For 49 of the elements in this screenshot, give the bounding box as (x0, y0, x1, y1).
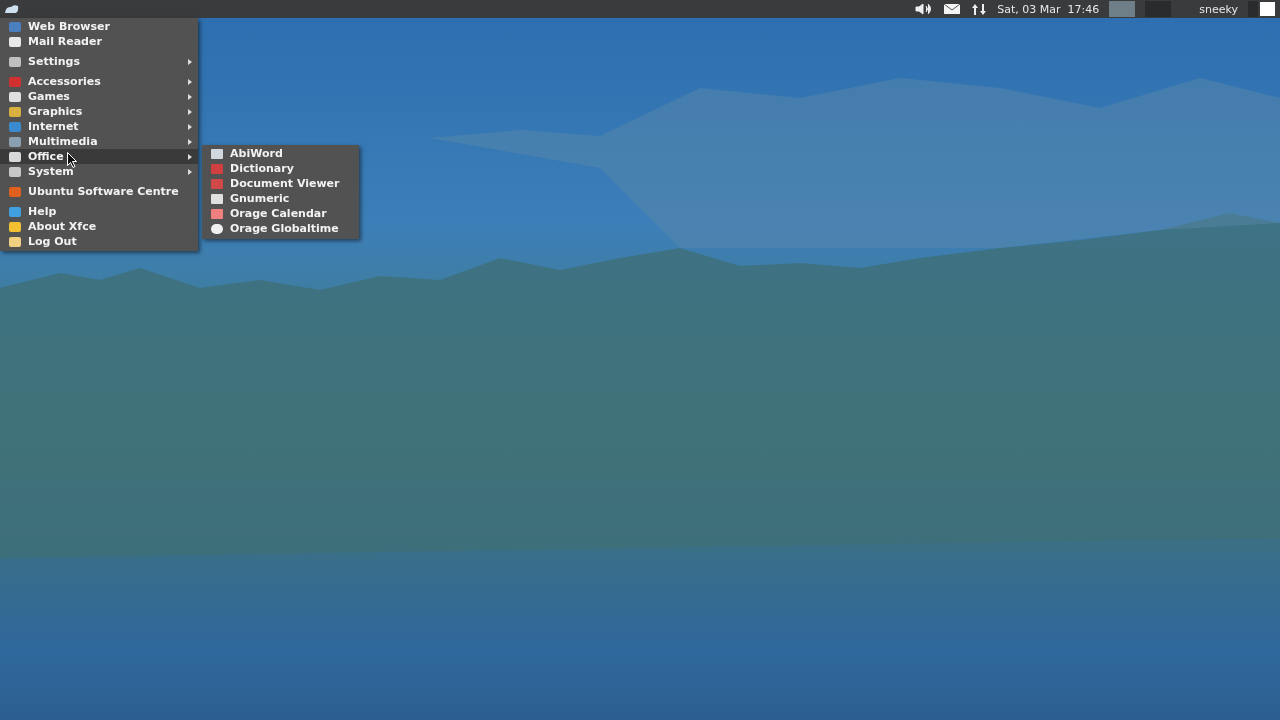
menu-item[interactable]: System (0, 164, 198, 179)
menu-item[interactable]: Orage Calendar (202, 206, 359, 221)
app-icon (8, 105, 22, 118)
menu-item[interactable]: Help (0, 204, 198, 219)
show-desktop-icon[interactable] (1248, 1, 1276, 17)
workspace-button[interactable] (1109, 1, 1136, 17)
app-icon (8, 20, 22, 33)
menu-item[interactable]: Log Out (0, 234, 198, 249)
app-icon (8, 185, 22, 198)
menu-item[interactable]: AbiWord (202, 146, 359, 161)
app-icon (210, 207, 224, 220)
app-icon (210, 192, 224, 205)
app-icon (210, 162, 224, 175)
menu-item[interactable]: Settings (0, 54, 198, 69)
menu-item[interactable]: Orage Globaltime (202, 221, 359, 236)
app-icon (8, 35, 22, 48)
app-icon (8, 205, 22, 218)
menu-item[interactable]: Ubuntu Software Centre (0, 184, 198, 199)
menu-item[interactable]: Dictionary (202, 161, 359, 176)
clock[interactable]: Sat, 03 Mar 17:46 (997, 2, 1100, 16)
menu-item[interactable]: About Xfce (0, 219, 198, 234)
menu-item[interactable]: Multimedia (0, 134, 198, 149)
app-menu-icon[interactable] (4, 3, 20, 15)
app-icon (8, 150, 22, 163)
menu-item[interactable]: Graphics (0, 104, 198, 119)
app-icon (8, 165, 22, 178)
app-icon (210, 147, 224, 160)
app-icon (210, 177, 224, 190)
mail-icon[interactable] (943, 3, 962, 15)
app-icon (8, 120, 22, 133)
app-icon (8, 75, 22, 88)
menu-item[interactable]: Games (0, 89, 198, 104)
network-arrows-icon[interactable] (971, 2, 988, 16)
menu-item[interactable]: Document Viewer (202, 176, 359, 191)
app-icon (8, 235, 22, 248)
menu-item[interactable]: Gnumeric (202, 191, 359, 206)
user-name[interactable]: sneeky (1199, 2, 1238, 16)
menu-item[interactable]: Accessories (0, 74, 198, 89)
app-icon (210, 222, 224, 235)
app-icon (8, 220, 22, 233)
speaker-icon[interactable] (915, 3, 934, 15)
menu-item[interactable]: Internet (0, 119, 198, 134)
menu-item[interactable]: Web Browser (0, 19, 198, 34)
menu-item[interactable]: Mail Reader (0, 34, 198, 49)
menu-item[interactable]: Office (0, 149, 198, 164)
mouse-cursor-icon (67, 152, 78, 168)
app-icon (8, 55, 22, 68)
app-icon (8, 135, 22, 148)
app-icon (8, 90, 22, 103)
